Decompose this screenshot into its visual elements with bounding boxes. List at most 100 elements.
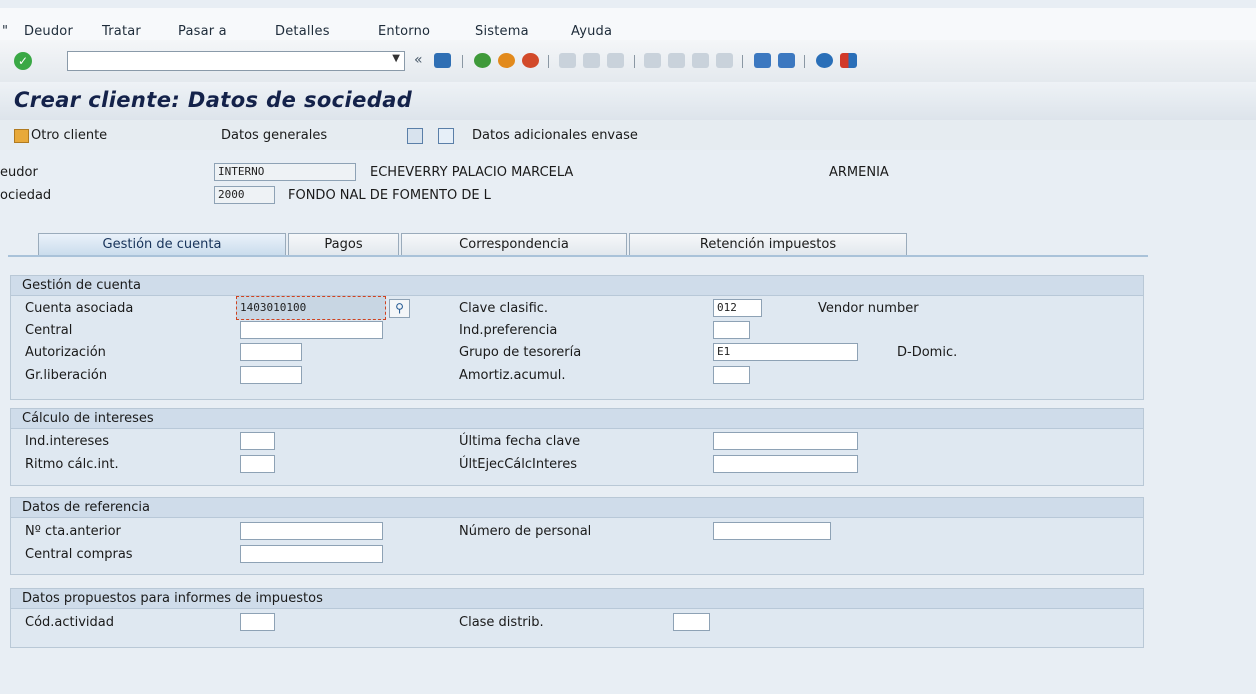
- find-icon[interactable]: [583, 53, 600, 68]
- previous-screen-icon[interactable]: [407, 128, 423, 144]
- grupo-tesoreria-label: Grupo de tesorería: [459, 345, 582, 360]
- back-green-icon[interactable]: [474, 53, 491, 68]
- menu-tratar[interactable]: Tratar: [102, 24, 141, 39]
- first-page-icon[interactable]: [644, 53, 661, 68]
- central-label: Central: [25, 323, 73, 338]
- num-cta-anterior-label: Nº cta.anterior: [25, 524, 121, 539]
- autorizacion-label: Autorización: [25, 345, 106, 360]
- title-bar: Crear cliente: Datos de sociedad: [0, 82, 1256, 121]
- cod-actividad-label: Cód.actividad: [25, 615, 115, 630]
- central-field[interactable]: [240, 321, 383, 339]
- ritmo-calc-int-field[interactable]: [240, 455, 275, 473]
- cuenta-asociada-label: Cuenta asociada: [25, 301, 134, 316]
- clase-distrib-label: Clase distrib.: [459, 615, 544, 630]
- next-screen-icon[interactable]: [438, 128, 454, 144]
- previous-page-icon[interactable]: [668, 53, 685, 68]
- grupo-tesoreria-field[interactable]: E1: [713, 343, 858, 361]
- tab-correspondencia[interactable]: Correspondencia: [401, 233, 627, 256]
- sociedad-name: FONDO NAL DE FOMENTO DE L: [288, 188, 491, 203]
- group-title: Datos de referencia: [22, 500, 150, 515]
- print-icon[interactable]: [559, 53, 576, 68]
- cuenta-asociada-field[interactable]: 1403010100: [236, 296, 386, 320]
- num-cta-anterior-field[interactable]: [240, 522, 383, 540]
- amortiz-acumul-label: Amortiz.acumul.: [459, 368, 566, 383]
- ultima-fecha-clave-field[interactable]: [713, 432, 858, 450]
- group-title: Cálculo de intereses: [22, 411, 154, 426]
- generate-shortcut-icon[interactable]: [778, 53, 795, 68]
- cod-actividad-field[interactable]: [240, 613, 275, 631]
- find-next-icon[interactable]: [607, 53, 624, 68]
- group-datos-propuestos-impuestos: Datos propuestos para informes de impues…: [10, 588, 1144, 648]
- page-title: Crear cliente: Datos de sociedad: [14, 88, 413, 112]
- amortiz-acumul-field[interactable]: [713, 366, 750, 384]
- clave-clasific-description: Vendor number: [818, 301, 919, 316]
- deudor-label: eudor: [0, 165, 38, 180]
- group-header: Datos de referencia: [11, 498, 1143, 518]
- help-icon[interactable]: [816, 53, 833, 68]
- ind-preferencia-field[interactable]: [713, 321, 750, 339]
- grupo-tesoreria-description: D-Domic.: [897, 345, 958, 360]
- application-toolbar: Otro cliente Datos generales Datos adici…: [0, 120, 1256, 150]
- datos-adicionales-envase-button[interactable]: Datos adicionales envase: [472, 128, 638, 143]
- group-gestion-de-cuenta: Gestión de cuenta: [10, 275, 1144, 400]
- search-help-icon[interactable]: ⚲: [389, 299, 410, 318]
- ritmo-calc-int-label: Ritmo cálc.int.: [25, 457, 119, 472]
- deudor-field[interactable]: INTERNO: [214, 163, 356, 181]
- menu-sistema[interactable]: Sistema: [475, 24, 529, 39]
- sociedad-field[interactable]: 2000: [214, 186, 275, 204]
- ultima-fecha-clave-label: Última fecha clave: [459, 434, 581, 449]
- dropdown-arrow-icon[interactable]: ▼: [392, 53, 400, 64]
- toolbar-separator: [742, 55, 743, 68]
- command-field[interactable]: ▼: [67, 51, 405, 71]
- numero-de-personal-label: Número de personal: [459, 524, 592, 539]
- menu-deudor[interactable]: Deudor: [24, 24, 73, 39]
- tab-gestion-de-cuenta[interactable]: Gestión de cuenta: [38, 233, 286, 256]
- deudor-name: ECHEVERRY PALACIO MARCELA: [370, 165, 574, 180]
- last-page-icon[interactable]: [716, 53, 733, 68]
- menu-bar: " Deudor Tratar Pasar a Detalles Entorno…: [0, 8, 1256, 41]
- gr-liberacion-field[interactable]: [240, 366, 302, 384]
- ind-intereses-label: Ind.intereses: [25, 434, 110, 449]
- group-header: Cálculo de intereses: [11, 409, 1143, 429]
- menu-entorno[interactable]: Entorno: [378, 24, 430, 39]
- ult-ejec-calc-interes-label: ÚltEjecCálcInteres: [459, 457, 577, 472]
- toolbar-separator: [634, 55, 635, 68]
- menu-marker: ": [2, 24, 9, 39]
- datos-generales-button[interactable]: Datos generales: [221, 128, 327, 143]
- exit-orange-icon[interactable]: [498, 53, 515, 68]
- deudor-city: ARMENIA: [829, 165, 889, 180]
- clase-distrib-field[interactable]: [673, 613, 710, 631]
- central-compras-label: Central compras: [25, 547, 133, 562]
- next-page-icon[interactable]: [692, 53, 709, 68]
- tab-pagos[interactable]: Pagos: [288, 233, 399, 256]
- group-title: Gestión de cuenta: [22, 278, 141, 293]
- toolbar-separator: [462, 55, 463, 68]
- central-compras-field[interactable]: [240, 545, 383, 563]
- numero-de-personal-field[interactable]: [713, 522, 831, 540]
- back-icon[interactable]: «: [414, 52, 423, 68]
- enter-icon[interactable]: ✓: [14, 52, 32, 70]
- tab-strip-border: [8, 255, 1148, 257]
- menu-detalles[interactable]: Detalles: [275, 24, 330, 39]
- clave-clasific-field[interactable]: 012: [713, 299, 762, 317]
- gr-liberacion-label: Gr.liberación: [25, 368, 108, 383]
- clave-clasific-label: Clave clasific.: [459, 301, 549, 316]
- autorizacion-field[interactable]: [240, 343, 302, 361]
- menu-ayuda[interactable]: Ayuda: [571, 24, 612, 39]
- create-session-icon[interactable]: [754, 53, 771, 68]
- group-header: Gestión de cuenta: [11, 276, 1143, 296]
- menu-pasar-a[interactable]: Pasar a: [178, 24, 227, 39]
- tab-retencion-impuestos[interactable]: Retención impuestos: [629, 233, 907, 256]
- ind-intereses-field[interactable]: [240, 432, 275, 450]
- toolbar-separator: [804, 55, 805, 68]
- ult-ejec-calc-interes-field[interactable]: [713, 455, 858, 473]
- cancel-red-icon[interactable]: [522, 53, 539, 68]
- customize-layout-icon[interactable]: [840, 53, 857, 68]
- sociedad-label: ociedad: [0, 188, 52, 203]
- save-icon[interactable]: [434, 53, 451, 68]
- otro-cliente-button[interactable]: Otro cliente: [31, 128, 107, 143]
- group-header: Datos propuestos para informes de impues…: [11, 589, 1143, 609]
- standard-toolbar: ✓ ▼ «: [0, 40, 1256, 83]
- other-customer-icon: [14, 129, 29, 143]
- ind-preferencia-label: Ind.preferencia: [459, 323, 558, 338]
